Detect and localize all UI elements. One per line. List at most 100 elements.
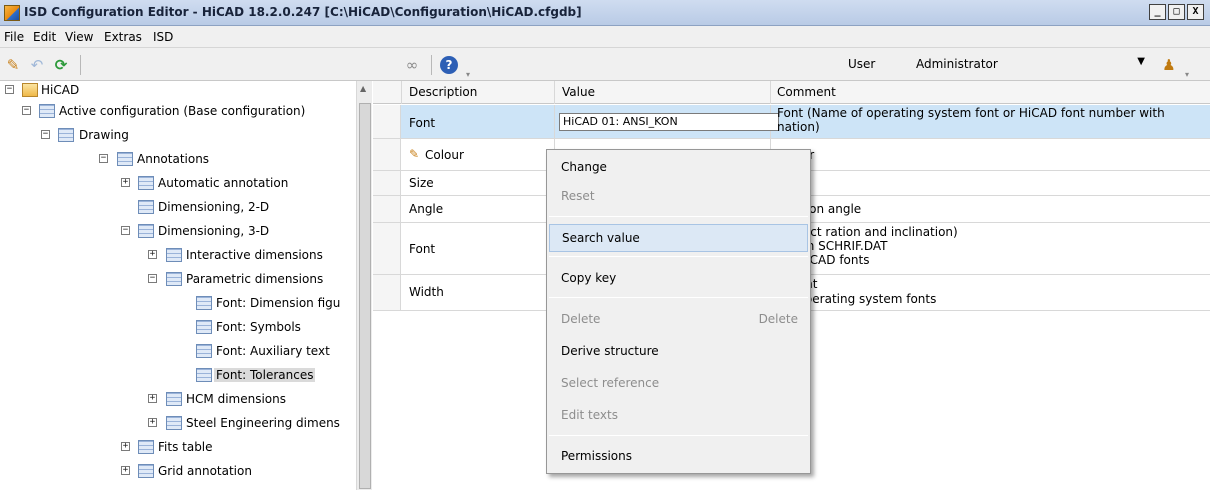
row-description: Angle: [409, 202, 444, 216]
chevron-down-icon: ▼: [1137, 56, 1145, 67]
menu-bar: File Edit View Extras ISD: [0, 26, 1210, 48]
menu-separator: [549, 297, 808, 298]
table-icon: [138, 176, 154, 190]
row-gutter[interactable]: [373, 223, 401, 274]
minimize-button[interactable]: _: [1149, 4, 1166, 20]
menu-item-delete[interactable]: Delete Delete: [549, 306, 808, 334]
binoculars-icon[interactable]: ∞: [403, 56, 421, 74]
users-icon[interactable]: ♟: [1160, 56, 1178, 74]
expand-icon[interactable]: +: [121, 442, 130, 451]
cell-divider: [554, 105, 555, 138]
column-header-description[interactable]: Description: [409, 85, 477, 99]
list-icon: [39, 104, 55, 118]
row-gutter[interactable]: [373, 139, 401, 170]
menu-isd[interactable]: ISD: [153, 30, 173, 44]
toolbar-separator: [80, 55, 81, 75]
collapse-icon[interactable]: −: [148, 274, 157, 283]
collapse-icon[interactable]: −: [41, 130, 50, 139]
table-icon: [196, 344, 212, 358]
expand-icon[interactable]: +: [148, 250, 157, 259]
tree-item-label: Parametric dimensions: [186, 272, 324, 286]
table-icon: [117, 152, 133, 166]
column-header-value[interactable]: Value: [562, 85, 595, 99]
menu-item-copy-key[interactable]: Copy key: [549, 265, 808, 293]
row-gutter[interactable]: [373, 275, 401, 310]
title-bar: ISD Configuration Editor - HiCAD 18.2.0.…: [0, 0, 1210, 26]
expand-icon[interactable]: +: [148, 394, 157, 403]
folder-icon: [22, 83, 38, 97]
row-comment: Font (Name of operating system font or H…: [777, 106, 1165, 134]
table-icon: [166, 416, 182, 430]
menu-extras[interactable]: Extras: [104, 30, 142, 44]
configuration-tree: − HiCAD − Active configuration (Base con…: [0, 81, 372, 490]
pencil-icon[interactable]: ✎: [4, 56, 22, 74]
collapse-icon[interactable]: −: [5, 85, 14, 94]
menu-separator: [549, 256, 808, 257]
tree-item-label: Dimensioning, 2-D: [158, 200, 270, 214]
table-row[interactable]: Font HiCAD 01: ANSI_KON Font (Name of op…: [373, 105, 1210, 139]
app-icon: [4, 5, 20, 21]
menu-item-search-value[interactable]: Search value: [549, 224, 808, 252]
user-select[interactable]: Administrator ▼: [913, 55, 1149, 74]
close-button[interactable]: X: [1187, 4, 1204, 20]
tree-item-label: Annotations: [137, 152, 210, 166]
row-description: Width: [409, 285, 444, 299]
table-icon: [166, 392, 182, 406]
menu-item-permissions[interactable]: Permissions: [549, 443, 808, 471]
row-gutter[interactable]: [373, 196, 401, 222]
user-label: User: [848, 57, 876, 71]
menu-item-derive-structure[interactable]: Derive structure: [549, 338, 808, 366]
maximize-button[interactable]: □: [1168, 4, 1185, 20]
row-gutter[interactable]: [373, 171, 401, 195]
menu-item-reset[interactable]: Reset: [549, 183, 808, 211]
tree-item-label: Active configuration (Base configuration…: [59, 104, 306, 118]
menu-item-select-reference[interactable]: Select reference: [549, 370, 808, 398]
menu-item-label: Delete: [561, 312, 601, 326]
collapse-icon[interactable]: −: [99, 154, 108, 163]
menu-separator: [549, 216, 808, 217]
menu-view[interactable]: View: [65, 30, 93, 44]
table-icon: [138, 440, 154, 454]
column-divider[interactable]: [770, 81, 771, 104]
menu-file[interactable]: File: [4, 30, 24, 44]
expand-icon[interactable]: +: [148, 418, 157, 427]
toolbar-grip-icon[interactable]: ▾: [466, 70, 470, 79]
value-editor-field[interactable]: HiCAD 01: ANSI_KON: [559, 113, 779, 131]
tree-item-label: Drawing: [79, 128, 129, 142]
tree-item-label: Automatic annotation: [158, 176, 289, 190]
column-divider[interactable]: [554, 81, 555, 104]
toolbar-grip-icon[interactable]: ▾: [1185, 70, 1189, 79]
menu-item-edit-texts[interactable]: Edit texts: [549, 402, 808, 430]
menu-edit[interactable]: Edit: [33, 30, 56, 44]
tree-item-label: Font: Tolerances: [214, 368, 316, 382]
grid-header: Description Value Comment: [373, 81, 1210, 104]
tree-scrollbar[interactable]: ▲: [356, 81, 372, 490]
collapse-icon[interactable]: −: [121, 226, 130, 235]
table-icon: [166, 272, 182, 286]
row-gutter[interactable]: [373, 105, 401, 138]
table-icon: [196, 368, 212, 382]
menu-separator: [549, 435, 808, 436]
scroll-thumb[interactable]: [359, 103, 371, 489]
context-menu: Change Reset Search value Copy key Delet…: [546, 149, 811, 474]
toolbar-separator: [431, 55, 432, 75]
tree-item-label: Fits table: [158, 440, 213, 454]
expand-icon[interactable]: +: [121, 466, 130, 475]
table-icon: [196, 320, 212, 334]
scroll-up-icon[interactable]: ▲: [360, 84, 366, 93]
undo-icon[interactable]: ↶: [28, 56, 46, 74]
refresh-icon[interactable]: ⟳: [52, 56, 70, 74]
row-description: Font: [409, 242, 436, 256]
table-icon: [138, 464, 154, 478]
tree-item-label: HiCAD: [41, 83, 80, 97]
table-icon: [58, 128, 74, 142]
tree-item-label: HCM dimensions: [186, 392, 286, 406]
tree-item-label: Steel Engineering dimens: [186, 416, 340, 430]
help-icon[interactable]: ?: [440, 56, 458, 74]
toolbar: ✎ ↶ ⟳ ∞ ? ▾ User Administrator ▼ ♟ ▾: [0, 48, 1210, 81]
expand-icon[interactable]: +: [121, 178, 130, 187]
column-header-comment[interactable]: Comment: [777, 85, 836, 99]
column-divider[interactable]: [401, 81, 402, 104]
menu-item-change[interactable]: Change: [549, 154, 808, 182]
collapse-icon[interactable]: −: [22, 106, 31, 115]
